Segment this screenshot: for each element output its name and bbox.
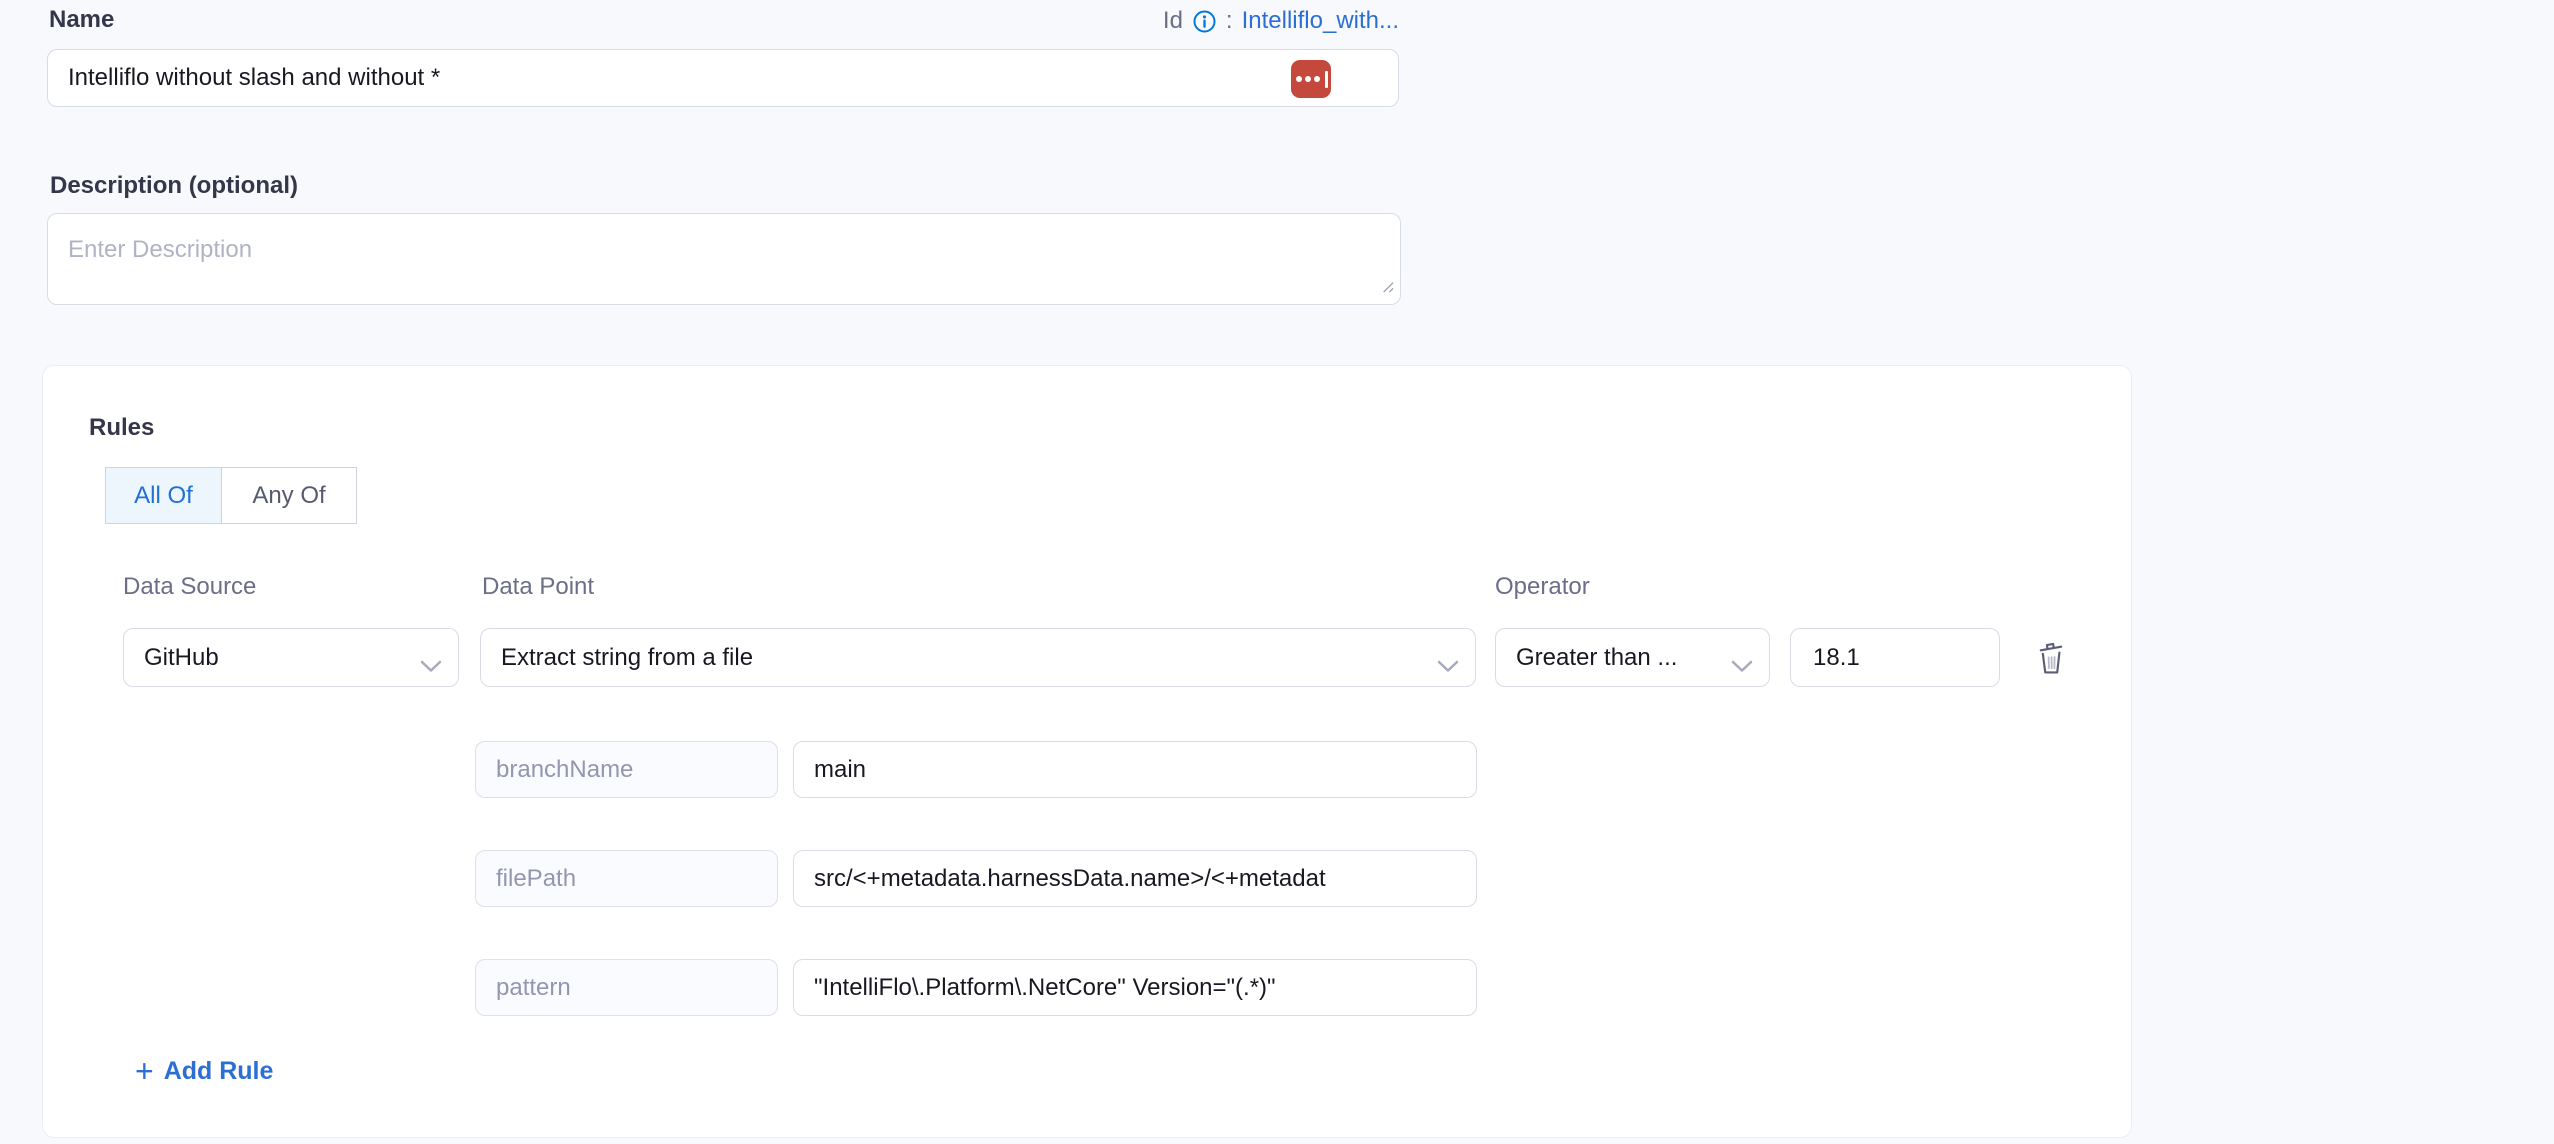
add-rule-button[interactable]: + Add Rule bbox=[135, 1056, 273, 1086]
param-input-filepath[interactable]: src/<+metadata.harnessData.name>/<+metad… bbox=[793, 850, 1477, 907]
autofill-dot bbox=[1296, 76, 1302, 82]
param-key-label: branchName bbox=[496, 756, 633, 784]
add-rule-label: Add Rule bbox=[164, 1057, 274, 1086]
operator-select[interactable]: Greater than ... bbox=[1495, 628, 1770, 687]
id-label: Id bbox=[1163, 7, 1183, 35]
description-field-label: Description (optional) bbox=[50, 172, 298, 200]
any-of-button[interactable]: Any Of bbox=[221, 467, 357, 524]
rules-title: Rules bbox=[89, 414, 154, 442]
plus-icon: + bbox=[135, 1056, 154, 1086]
param-key-pattern: pattern bbox=[475, 959, 778, 1016]
all-of-button[interactable]: All Of bbox=[105, 467, 222, 524]
param-value: main bbox=[814, 756, 866, 784]
param-value: "IntelliFlo\.Platform\.NetCore" Version=… bbox=[814, 974, 1276, 1002]
entity-id-row: Id : Intelliflo_with... bbox=[1163, 6, 1399, 36]
resize-handle-icon[interactable] bbox=[1379, 278, 1394, 298]
trash-icon bbox=[2035, 640, 2067, 676]
chevron-down-icon bbox=[420, 652, 442, 680]
autofill-cursor bbox=[1325, 71, 1328, 88]
operator-value: Greater than ... bbox=[1516, 644, 1677, 672]
param-input-branchname[interactable]: main bbox=[793, 741, 1477, 798]
autofill-dot bbox=[1305, 76, 1311, 82]
param-value: src/<+metadata.harnessData.name>/<+metad… bbox=[814, 865, 1326, 893]
rules-card: Rules All Of Any Of Data Source Data Poi… bbox=[42, 365, 2132, 1138]
rule-combine-toggle: All Of Any Of bbox=[105, 467, 357, 524]
autofill-icon[interactable] bbox=[1291, 60, 1331, 98]
data-source-value: GitHub bbox=[144, 644, 219, 672]
description-placeholder: Enter Description bbox=[68, 236, 252, 263]
data-source-select[interactable]: GitHub bbox=[123, 628, 459, 687]
chevron-down-icon bbox=[1731, 652, 1753, 680]
threshold-input[interactable]: 18.1 bbox=[1790, 628, 2000, 687]
name-field-label: Name bbox=[49, 6, 114, 34]
param-key-label: filePath bbox=[496, 865, 576, 893]
delete-rule-button[interactable] bbox=[2029, 636, 2073, 680]
param-key-label: pattern bbox=[496, 974, 571, 1002]
operator-label: Operator bbox=[1495, 573, 1590, 601]
autofill-dot bbox=[1314, 76, 1320, 82]
chevron-down-icon bbox=[1437, 652, 1459, 680]
description-textarea[interactable]: Enter Description bbox=[47, 213, 1401, 305]
entity-id-link[interactable]: Intelliflo_with... bbox=[1242, 7, 1399, 35]
data-source-label: Data Source bbox=[123, 573, 256, 601]
threshold-value: 18.1 bbox=[1813, 644, 1860, 672]
data-point-label: Data Point bbox=[482, 573, 594, 601]
id-separator: : bbox=[1226, 7, 1233, 35]
data-point-select[interactable]: Extract string from a file bbox=[480, 628, 1476, 687]
param-key-filepath: filePath bbox=[475, 850, 778, 907]
name-input[interactable]: Intelliflo without slash and without * bbox=[47, 49, 1399, 107]
param-input-pattern[interactable]: "IntelliFlo\.Platform\.NetCore" Version=… bbox=[793, 959, 1477, 1016]
name-input-value: Intelliflo without slash and without * bbox=[68, 64, 440, 92]
info-icon[interactable] bbox=[1192, 9, 1217, 34]
param-key-branchname: branchName bbox=[475, 741, 778, 798]
data-point-value: Extract string from a file bbox=[501, 644, 753, 672]
